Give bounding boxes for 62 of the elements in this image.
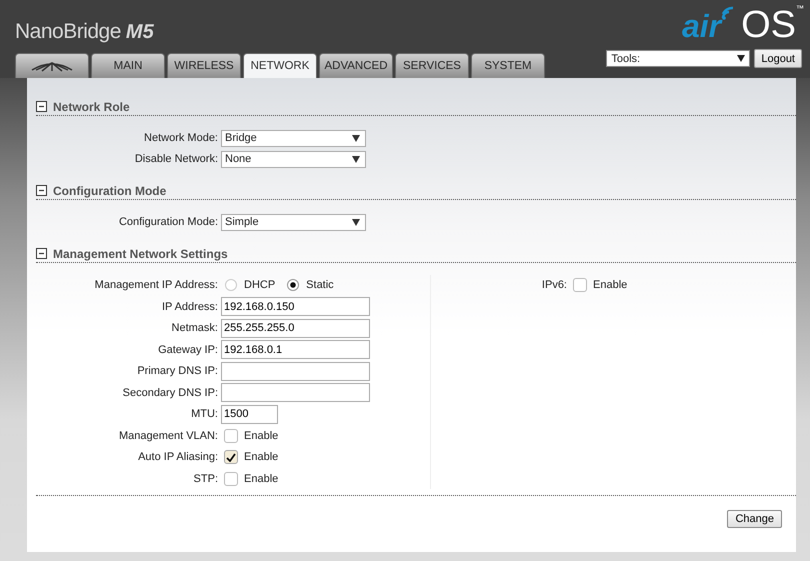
- field-label: STP:: [192, 472, 219, 485]
- section-title: Management Network Settings: [53, 246, 228, 260]
- checkbox[interactable]: [224, 428, 238, 443]
- checkbox[interactable]: [573, 278, 587, 292]
- field-label: IP Address:: [160, 300, 219, 313]
- field-label: IPv6:: [540, 279, 568, 291]
- option-label: Enable: [593, 279, 628, 291]
- field-label: Network Mode:: [143, 132, 219, 144]
- field-label: Netmask:: [170, 322, 219, 334]
- checkbox[interactable]: [224, 472, 238, 486]
- option-label: Enable: [244, 451, 278, 464]
- product-name: NanoBridge: [15, 20, 121, 44]
- nav-tab[interactable]: NETWORK: [243, 53, 317, 78]
- dropdown-arrow-icon: [352, 134, 360, 142]
- logout-button[interactable]: Logout: [754, 49, 802, 68]
- nav-tab[interactable]: SERVICES: [395, 53, 469, 78]
- logo-suffix: OS: [741, 8, 796, 42]
- field-label: Secondary DNS IP:: [122, 386, 219, 399]
- field-label: Primary DNS IP:: [136, 365, 219, 378]
- radio-button[interactable]: [287, 279, 300, 292]
- section-title: Network Role: [53, 100, 130, 114]
- model-name: M5: [126, 21, 154, 44]
- input-field[interactable]: 192.168.0.1: [221, 340, 370, 360]
- nav-tab[interactable]: [15, 53, 89, 78]
- collapse-icon[interactable]: [36, 101, 47, 112]
- field-label: Management VLAN:: [118, 430, 219, 442]
- logo-prefix: air: [682, 10, 722, 42]
- field-label: Disable Network:: [134, 153, 219, 165]
- field-label: MTU:: [190, 408, 219, 420]
- input-field[interactable]: 192.168.0.150: [221, 297, 370, 316]
- dropdown-arrow-icon: [737, 55, 746, 62]
- nav-tab[interactable]: WIRELESS: [167, 53, 241, 78]
- field-label: Configuration Mode:: [118, 216, 219, 228]
- field-label: Gateway IP:: [157, 344, 219, 356]
- field-label: Auto IP Aliasing:: [137, 451, 219, 464]
- section-title: Configuration Mode: [53, 184, 166, 198]
- radio-button[interactable]: [225, 279, 237, 292]
- dropdown-field[interactable]: Simple: [221, 214, 366, 230]
- option-label: Enable: [244, 430, 278, 442]
- field-label: Management IP Address:: [94, 279, 219, 292]
- input-field[interactable]: [221, 383, 370, 402]
- tools-dropdown[interactable]: Tools:: [606, 50, 750, 67]
- antenna-icon: [30, 60, 74, 72]
- dropdown-field[interactable]: None: [221, 150, 366, 168]
- collapse-icon[interactable]: [36, 185, 47, 196]
- checkmark-icon: [226, 452, 236, 462]
- option-label: Enable: [244, 472, 278, 485]
- nav-tab[interactable]: SYSTEM: [471, 53, 545, 78]
- option-label: DHCP: [244, 279, 276, 292]
- trademark: ™: [796, 4, 804, 13]
- nav-tab[interactable]: MAIN: [91, 53, 165, 78]
- dropdown-arrow-icon: [352, 156, 360, 162]
- dropdown-arrow-icon: [352, 218, 360, 226]
- option-label: Static: [306, 279, 334, 292]
- input-field[interactable]: [221, 362, 370, 381]
- checkbox[interactable]: [224, 450, 238, 464]
- nav-tab[interactable]: ADVANCED: [319, 53, 393, 78]
- dropdown-field[interactable]: Bridge: [221, 130, 366, 146]
- input-field[interactable]: 1500: [221, 404, 278, 424]
- input-field[interactable]: 255.255.255.0: [221, 318, 370, 338]
- change-button[interactable]: Change: [727, 510, 782, 528]
- collapse-icon[interactable]: [36, 248, 47, 259]
